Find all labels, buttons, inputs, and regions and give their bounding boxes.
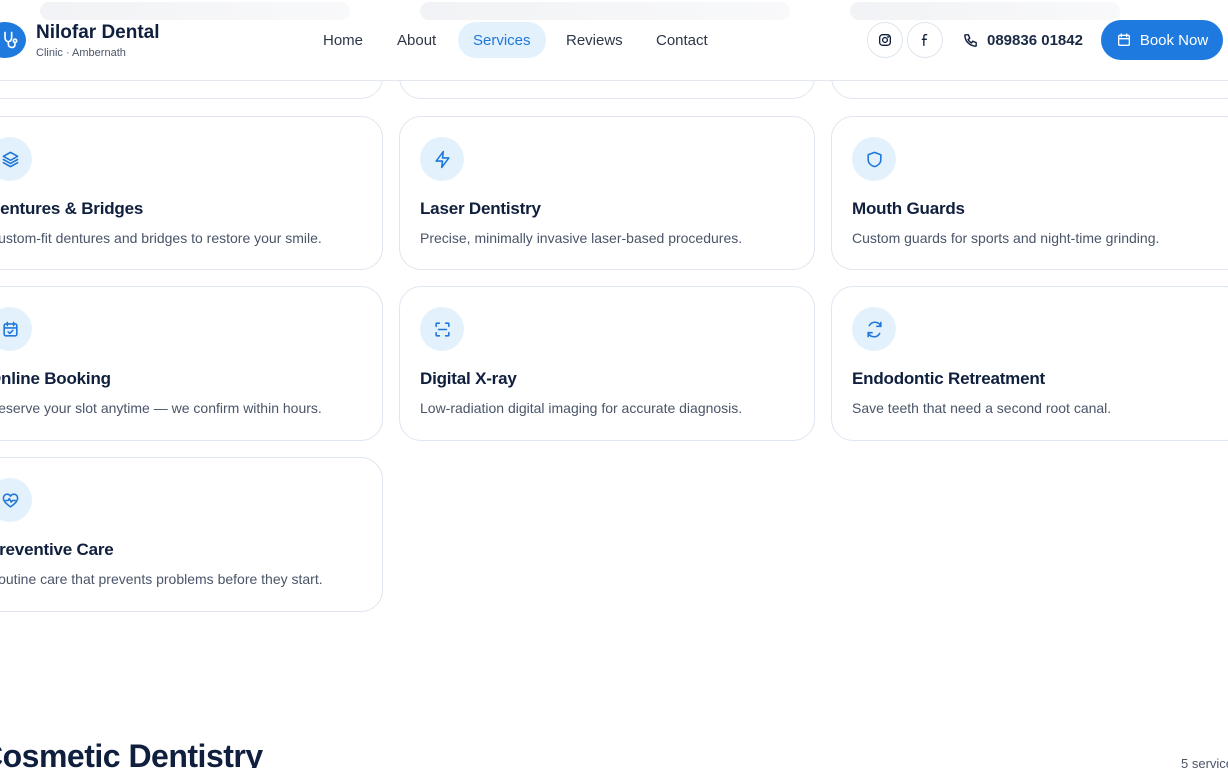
service-description: Custom-fit dentures and bridges to resto… xyxy=(0,230,322,246)
service-card[interactable]: Mouth Guards Custom guards for sports an… xyxy=(831,116,1228,270)
service-description: Save teeth that need a second root canal… xyxy=(852,400,1112,416)
service-description: Custom guards for sports and night-time … xyxy=(852,230,1160,246)
service-title: Dentures & Bridges xyxy=(0,199,144,218)
brand-name[interactable]: Nilofar Dental xyxy=(36,22,160,44)
logo-stethoscope-icon[interactable] xyxy=(0,22,26,58)
service-card[interactable]: Endodontic Retreatment Save teeth that n… xyxy=(831,286,1228,441)
service-card[interactable]: Online Booking Reserve your slot anytime… xyxy=(0,286,383,441)
nav-services[interactable]: Services xyxy=(458,22,546,58)
service-title: Endodontic Retreatment xyxy=(852,369,1046,388)
lightning-icon xyxy=(420,137,464,181)
brand-subtitle: Clinic · Ambernath xyxy=(36,47,126,59)
service-title: Mouth Guards xyxy=(852,199,965,218)
section-title: Cosmetic Dentistry xyxy=(0,738,263,768)
shield-icon xyxy=(852,137,896,181)
scan-icon xyxy=(420,307,464,351)
site-header: Nilofar Dental Clinic · Ambernath Home A… xyxy=(0,0,1228,81)
service-description: Low-radiation digital imaging for accura… xyxy=(420,400,743,416)
section-service-count: 5 services xyxy=(1181,756,1228,768)
phone-link[interactable]: 089836 01842 xyxy=(962,22,1083,58)
phone-icon xyxy=(964,33,977,47)
service-title: Digital X-ray xyxy=(420,369,517,388)
book-now-button[interactable]: Book Now xyxy=(1101,20,1223,60)
page: Dentures & Bridges Custom-fit dentures a… xyxy=(0,0,1228,768)
nav-reviews[interactable]: Reviews xyxy=(551,22,638,58)
calendar-check-icon xyxy=(0,307,32,351)
scrolled-text-ghost xyxy=(40,2,350,20)
heart-pulse-icon xyxy=(0,478,32,522)
service-title: Online Booking xyxy=(0,369,111,388)
book-now-label: Book Now xyxy=(1139,31,1209,49)
service-card[interactable]: Digital X-ray Low-radiation digital imag… xyxy=(399,286,815,441)
service-title: Laser Dentistry xyxy=(420,199,541,218)
instagram-icon[interactable] xyxy=(867,22,903,58)
service-title: Preventive Care xyxy=(0,540,114,559)
calendar-icon xyxy=(1117,33,1130,46)
service-description: Reserve your slot anytime — we confirm w… xyxy=(0,400,322,416)
scrolled-text-ghost xyxy=(850,2,1120,20)
layers-icon xyxy=(0,137,32,181)
nav-contact[interactable]: Contact xyxy=(641,22,723,58)
nav-about[interactable]: About xyxy=(382,22,451,58)
facebook-icon[interactable] xyxy=(907,22,943,58)
phone-number: 089836 01842 xyxy=(987,31,1083,49)
service-card[interactable]: Laser Dentistry Precise, minimally invas… xyxy=(399,116,815,270)
nav-home[interactable]: Home xyxy=(308,22,378,58)
service-card[interactable]: Dentures & Bridges Custom-fit dentures a… xyxy=(0,116,383,270)
service-description: Precise, minimally invasive laser-based … xyxy=(420,230,743,246)
service-description: Routine care that prevents problems befo… xyxy=(0,571,323,587)
refresh-icon xyxy=(852,307,896,351)
service-card[interactable]: Preventive Care Routine care that preven… xyxy=(0,457,383,612)
scrolled-text-ghost xyxy=(420,2,790,20)
